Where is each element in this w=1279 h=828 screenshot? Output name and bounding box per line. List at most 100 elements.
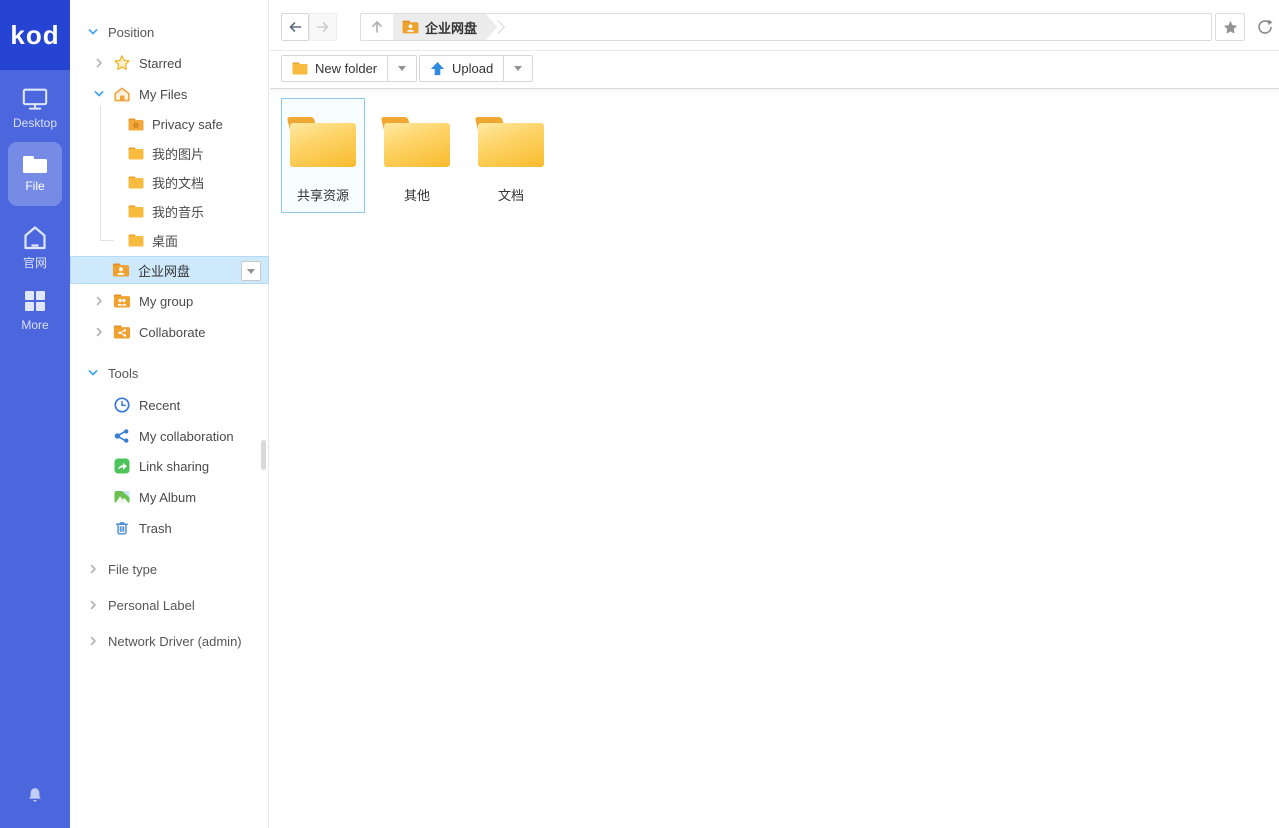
back-button[interactable] — [281, 13, 309, 41]
rail-item-label: More — [21, 318, 48, 332]
home-icon — [21, 224, 49, 250]
folder-item-other[interactable]: 其他 — [375, 98, 459, 213]
arrow-up-icon — [369, 19, 385, 35]
app-rail: kod Desktop File 官网 — [0, 0, 70, 828]
sidebar-item-my-pictures[interactable]: 我的图片 — [70, 139, 269, 167]
caret-down-icon — [514, 66, 522, 71]
trash-icon — [113, 519, 131, 537]
folder-item-shared-resources-selected[interactable]: 共享资源 — [281, 98, 365, 213]
folder-icon — [128, 205, 144, 218]
caret-down-icon — [247, 269, 255, 274]
navigation-toolbar: 企业网盘 — [270, 0, 1279, 51]
sidebar-item-desktop-folder[interactable]: 桌面 — [70, 226, 269, 254]
sidebar-item-starred[interactable]: Starred — [70, 49, 269, 77]
grid-more-icon — [22, 288, 48, 314]
chevron-right-icon[interactable] — [94, 327, 104, 337]
upload-dropdown-button[interactable] — [503, 55, 533, 82]
forward-button-disabled[interactable] — [309, 13, 337, 41]
folder-icon — [128, 147, 144, 160]
refresh-icon — [1256, 18, 1274, 36]
chevron-right-icon[interactable] — [94, 296, 104, 306]
notification-bell-button[interactable] — [0, 786, 70, 808]
sidebar-item-enterprise-disk-selected[interactable]: 企业网盘 — [70, 256, 269, 284]
refresh-button[interactable] — [1251, 13, 1279, 41]
section-label: Network Driver (admin) — [108, 634, 242, 649]
rail-item-official-site[interactable]: 官网 — [0, 224, 70, 271]
address-breadcrumb-bar[interactable]: 企业网盘 — [360, 13, 1212, 41]
sidebar-item-my-collaboration[interactable]: My collaboration — [70, 422, 269, 450]
folder-item-documents[interactable]: 文档 — [469, 98, 553, 213]
sidebar-section-network-driver[interactable]: Network Driver (admin) — [70, 627, 269, 655]
tree-item-label: 我的音乐 — [152, 202, 204, 221]
sidebar-item-link-sharing[interactable]: Link sharing — [70, 452, 269, 480]
folder-icon — [478, 117, 544, 167]
chevron-right-icon[interactable] — [94, 58, 104, 68]
file-browser-main: 企业网盘 — [270, 0, 1279, 828]
new-folder-dropdown-button[interactable] — [387, 55, 417, 82]
group-folder-icon — [113, 294, 131, 308]
rail-item-label: File — [25, 179, 44, 193]
sidebar-section-position[interactable]: Position — [70, 18, 269, 46]
sidebar-item-collaborate[interactable]: Collaborate — [70, 318, 269, 346]
bell-icon — [26, 786, 44, 804]
breadcrumb-segment-enterprise-disk[interactable]: 企业网盘 — [393, 14, 497, 40]
folder-name: 其他 — [404, 189, 430, 203]
star-icon — [113, 54, 131, 72]
tree-item-label: Link sharing — [139, 459, 209, 474]
chevron-down-icon[interactable] — [88, 27, 98, 37]
folder-grid: 共享资源 其他 文档 — [281, 98, 553, 213]
breadcrumb-label: 企业网盘 — [425, 18, 477, 37]
shared-folder-user-icon — [402, 20, 419, 34]
tree-item-label: Trash — [139, 521, 172, 536]
rail-item-more[interactable]: More — [0, 288, 70, 332]
new-folder-button-group: New folder — [281, 55, 417, 82]
up-directory-button[interactable] — [361, 19, 393, 35]
tree-item-label: 我的图片 — [152, 144, 204, 163]
collaborate-folder-icon — [113, 325, 131, 339]
chevron-down-icon[interactable] — [88, 368, 98, 378]
sidebar-item-my-music[interactable]: 我的音乐 — [70, 197, 269, 225]
tree-item-dropdown-button[interactable] — [241, 261, 261, 281]
folder-icon — [384, 117, 450, 167]
folder-name: 共享资源 — [297, 189, 349, 203]
sidebar-section-tools[interactable]: Tools — [70, 359, 269, 387]
rail-item-desktop[interactable]: Desktop — [0, 86, 70, 130]
arrow-left-icon — [287, 19, 303, 35]
sidebar-item-trash[interactable]: Trash — [70, 514, 269, 542]
sidebar-section-file-type[interactable]: File type — [70, 555, 269, 583]
upload-button-group: Upload — [419, 55, 533, 82]
folder-name: 文档 — [498, 189, 524, 203]
tree-item-label: Collaborate — [139, 325, 206, 340]
sidebar-item-my-album[interactable]: My Album — [70, 483, 269, 511]
sidebar-item-my-documents[interactable]: 我的文档 — [70, 168, 269, 196]
tree-item-label: Recent — [139, 398, 180, 413]
rail-item-label: Desktop — [13, 116, 57, 130]
tree-item-label: My Album — [139, 490, 196, 505]
favorite-star-button[interactable] — [1215, 13, 1245, 41]
album-image-icon — [113, 488, 131, 506]
sidebar-section-personal-label[interactable]: Personal Label — [70, 591, 269, 619]
chevron-right-icon[interactable] — [88, 636, 98, 646]
folder-icon — [128, 234, 144, 247]
section-label: Tools — [108, 366, 138, 381]
sidebar-item-recent[interactable]: Recent — [70, 391, 269, 419]
kod-logo-text: kod — [10, 20, 59, 51]
new-folder-button[interactable]: New folder — [281, 55, 388, 82]
upload-button[interactable]: Upload — [419, 55, 504, 82]
share-nodes-icon — [113, 427, 131, 445]
sidebar-item-my-files[interactable]: My Files — [70, 80, 269, 108]
sidebar-item-privacy-safe[interactable]: Privacy safe — [70, 110, 269, 138]
desktop-monitor-icon — [21, 86, 49, 112]
tree-item-label: 桌面 — [152, 231, 178, 250]
rail-item-label: 官网 — [23, 256, 47, 270]
upload-arrow-icon — [430, 61, 445, 76]
tree-scrollbar-thumb[interactable] — [261, 440, 266, 470]
folder-tree-panel: Position Starred My Files — [70, 0, 269, 828]
chevron-right-icon[interactable] — [88, 600, 98, 610]
tree-item-label: My group — [139, 294, 193, 309]
sidebar-item-my-group[interactable]: My group — [70, 287, 269, 315]
tree-item-label: My Files — [139, 87, 187, 102]
chevron-right-icon[interactable] — [88, 564, 98, 574]
rail-item-file-active[interactable]: File — [8, 142, 62, 206]
chevron-down-icon[interactable] — [94, 89, 104, 99]
